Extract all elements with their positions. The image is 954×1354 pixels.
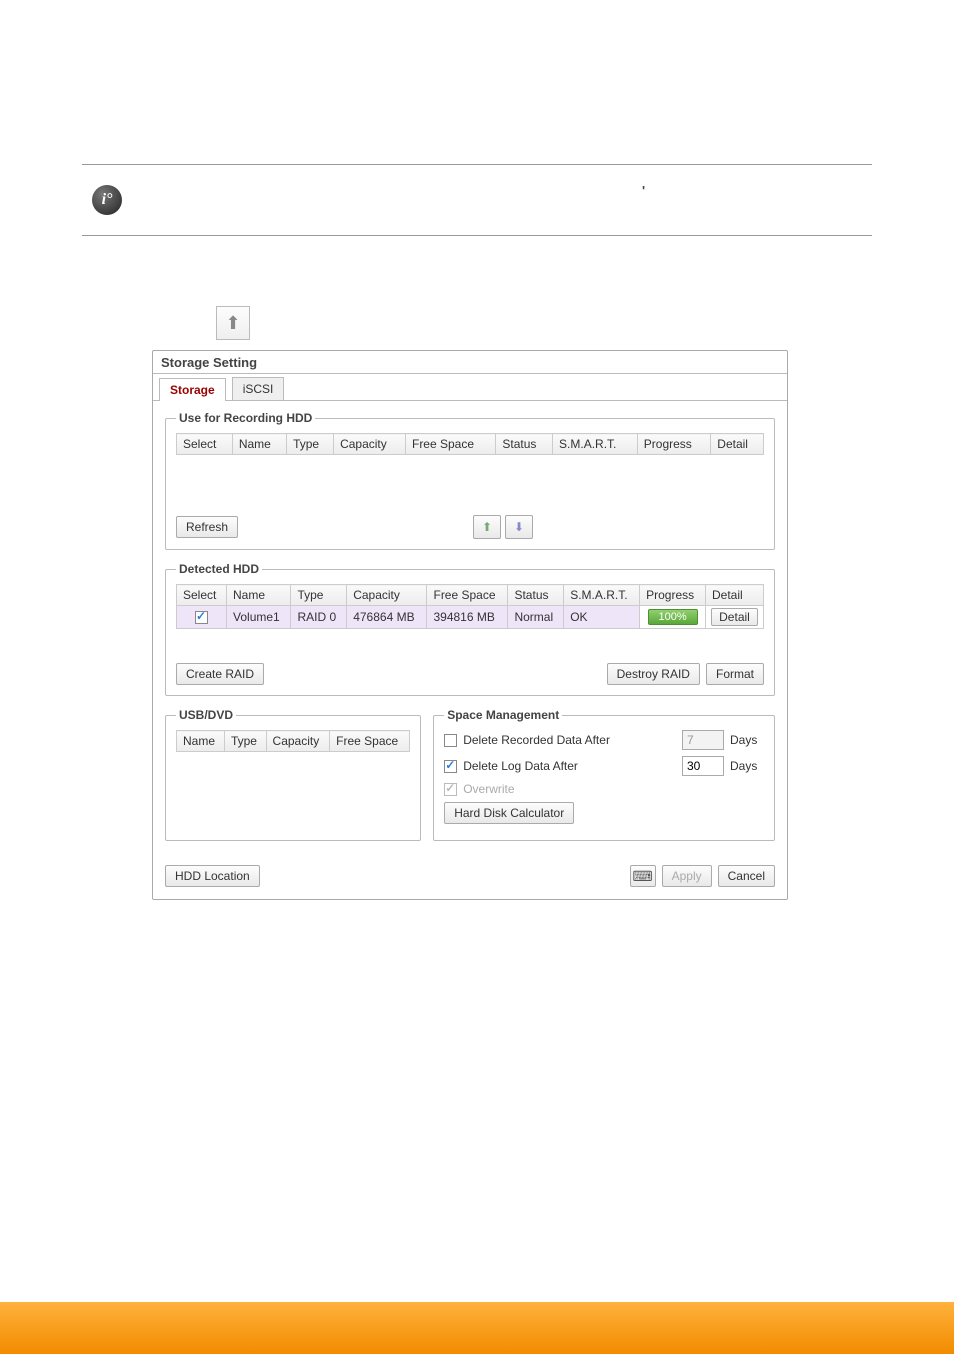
- col-type[interactable]: Type: [287, 434, 334, 455]
- space-management-fieldset: Space Management Delete Recorded Data Af…: [433, 708, 775, 841]
- col-status[interactable]: Status: [496, 434, 553, 455]
- col-progress[interactable]: Progress: [640, 585, 706, 606]
- delete-log-days-input[interactable]: [682, 756, 724, 776]
- info-icon: [92, 185, 122, 215]
- calculator-row: Hard Disk Calculator: [444, 802, 764, 824]
- bottom-columns: USB/DVD Name Type Capacity Free Space: [165, 708, 775, 853]
- cell-capacity: 476864 MB: [347, 606, 427, 629]
- delete-recorded-days-input[interactable]: [682, 730, 724, 750]
- row-select-checkbox[interactable]: [195, 611, 208, 624]
- cell-type: RAID 0: [291, 606, 347, 629]
- detected-hdd-legend: Detected HDD: [176, 562, 262, 576]
- storage-dialog-wrap: ⬆ Storage Setting Storage iSCSI Use for …: [152, 306, 788, 900]
- table-header-row: Select Name Type Capacity Free Space Sta…: [177, 434, 764, 455]
- refresh-button[interactable]: Refresh: [176, 516, 238, 538]
- scroll-up-large-button[interactable]: ⬆: [216, 306, 250, 340]
- col-select[interactable]: Select: [177, 434, 233, 455]
- detected-hdd-fieldset: Detected HDD Select Name Type Capacity F…: [165, 562, 775, 696]
- cell-name: Volume1: [227, 606, 291, 629]
- cell-detail: Detail: [705, 606, 763, 629]
- delete-recorded-label: Delete Recorded Data After: [463, 733, 676, 747]
- cancel-button[interactable]: Cancel: [718, 865, 775, 887]
- delete-log-label: Delete Log Data After: [463, 759, 676, 773]
- cell-progress: 100%: [640, 606, 706, 629]
- tab-bar: Storage iSCSI: [153, 373, 787, 401]
- col-smart[interactable]: S.M.A.R.T.: [564, 585, 640, 606]
- cell-status: Normal: [508, 606, 564, 629]
- cell-select: [177, 606, 227, 629]
- days-label: Days: [730, 759, 764, 773]
- move-up-button[interactable]: ⬆: [473, 515, 501, 539]
- recording-table-wrap: Select Name Type Capacity Free Space Sta…: [176, 433, 764, 507]
- dialog-title: Storage Setting: [153, 351, 787, 370]
- col-free-space[interactable]: Free Space: [330, 731, 410, 752]
- delete-recorded-checkbox[interactable]: [444, 734, 457, 747]
- col-name[interactable]: Name: [232, 434, 286, 455]
- col-select[interactable]: Select: [177, 585, 227, 606]
- raid-toolbar: Create RAID Destroy RAID Format: [176, 663, 764, 685]
- usb-dvd-table: Name Type Capacity Free Space: [176, 730, 410, 752]
- arrow-up-icon: ⬆: [225, 313, 240, 334]
- move-down-button[interactable]: ⬇: [505, 515, 533, 539]
- cell-smart: OK: [564, 606, 640, 629]
- col-progress[interactable]: Progress: [637, 434, 711, 455]
- recording-hdd-legend: Use for Recording HDD: [176, 411, 315, 425]
- days-label: Days: [730, 733, 764, 747]
- storage-setting-dialog: Storage Setting Storage iSCSI Use for Re…: [152, 350, 788, 900]
- keyboard-icon[interactable]: ⌨: [630, 865, 656, 887]
- hard-disk-calculator-button[interactable]: Hard Disk Calculator: [444, 802, 574, 824]
- col-detail[interactable]: Detail: [705, 585, 763, 606]
- page-footer-bar: [0, 1302, 954, 1354]
- destroy-raid-button[interactable]: Destroy RAID: [607, 663, 700, 685]
- info-bar: ': [82, 164, 872, 236]
- col-status[interactable]: Status: [508, 585, 564, 606]
- cell-free-space: 394816 MB: [427, 606, 508, 629]
- detail-button[interactable]: Detail: [711, 608, 758, 626]
- space-management-legend: Space Management: [444, 708, 562, 722]
- col-capacity[interactable]: Capacity: [347, 585, 427, 606]
- overwrite-checkbox: [444, 783, 457, 796]
- col-name[interactable]: Name: [177, 731, 225, 752]
- detected-hdd-table: Select Name Type Capacity Free Space Sta…: [176, 584, 764, 629]
- table-row[interactable]: Volume1 RAID 0 476864 MB 394816 MB Norma…: [177, 606, 764, 629]
- col-type[interactable]: Type: [224, 731, 266, 752]
- overwrite-label: Overwrite: [463, 782, 764, 796]
- col-smart[interactable]: S.M.A.R.T.: [553, 434, 638, 455]
- info-quote: ': [642, 183, 645, 198]
- arrow-down-icon: ⬇: [514, 520, 524, 534]
- delete-log-checkbox[interactable]: [444, 760, 457, 773]
- recording-toolbar: Refresh ⬆ ⬇: [176, 515, 764, 539]
- progress-bar: 100%: [648, 609, 698, 625]
- col-free-space[interactable]: Free Space: [427, 585, 508, 606]
- usb-dvd-fieldset: USB/DVD Name Type Capacity Free Space: [165, 708, 421, 841]
- arrow-up-icon: ⬆: [482, 520, 492, 534]
- table-header-row: Name Type Capacity Free Space: [177, 731, 410, 752]
- tab-iscsi[interactable]: iSCSI: [232, 377, 285, 400]
- delete-log-row: Delete Log Data After Days: [444, 756, 764, 776]
- overwrite-row: Overwrite: [444, 782, 764, 796]
- spacer: [270, 663, 601, 685]
- recording-hdd-table: Select Name Type Capacity Free Space Sta…: [176, 433, 764, 455]
- recording-hdd-fieldset: Use for Recording HDD Select Name Type C…: [165, 411, 775, 550]
- tab-body-storage: Use for Recording HDD Select Name Type C…: [153, 401, 787, 865]
- tab-storage[interactable]: Storage: [159, 378, 226, 401]
- col-capacity[interactable]: Capacity: [334, 434, 406, 455]
- format-button[interactable]: Format: [706, 663, 764, 685]
- col-name[interactable]: Name: [227, 585, 291, 606]
- col-capacity[interactable]: Capacity: [266, 731, 330, 752]
- apply-button[interactable]: Apply: [662, 865, 712, 887]
- usb-dvd-legend: USB/DVD: [176, 708, 236, 722]
- table-header-row: Select Name Type Capacity Free Space Sta…: [177, 585, 764, 606]
- col-type[interactable]: Type: [291, 585, 347, 606]
- create-raid-button[interactable]: Create RAID: [176, 663, 264, 685]
- delete-recorded-row: Delete Recorded Data After Days: [444, 730, 764, 750]
- col-detail[interactable]: Detail: [711, 434, 764, 455]
- dialog-footer: HDD Location ⌨ Apply Cancel: [153, 865, 787, 899]
- col-free-space[interactable]: Free Space: [405, 434, 495, 455]
- hdd-location-button[interactable]: HDD Location: [165, 865, 260, 887]
